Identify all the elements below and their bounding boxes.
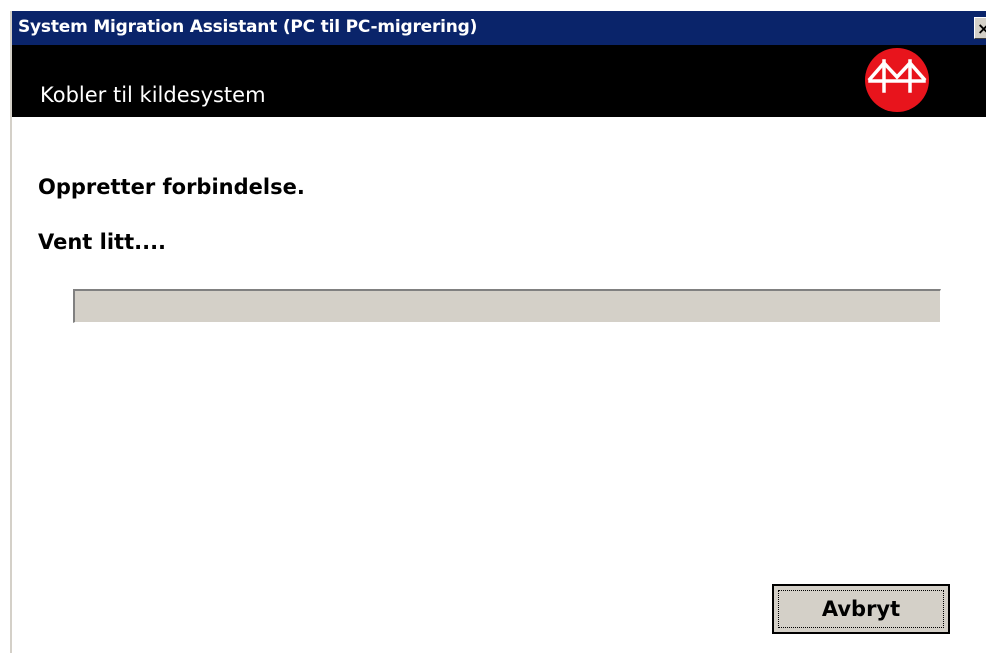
wizard-header: Kobler til kildesystem: [12, 45, 986, 117]
step-title: Kobler til kildesystem: [40, 83, 266, 107]
title-bar[interactable]: System Migration Assistant (PC til PC-mi…: [12, 11, 986, 45]
wait-message: Vent litt....: [38, 230, 167, 254]
close-button[interactable]: ×: [974, 17, 986, 39]
cancel-button[interactable]: Avbryt: [772, 584, 950, 634]
cancel-button-label: Avbryt: [821, 597, 901, 621]
migration-dialog: System Migration Assistant (PC til PC-mi…: [10, 11, 986, 653]
status-message: Oppretter forbindelse.: [38, 175, 305, 199]
bridge-logo-icon: [865, 48, 929, 112]
progress-bar: [73, 289, 941, 323]
close-icon: ×: [977, 19, 986, 38]
window-title: System Migration Assistant (PC til PC-mi…: [18, 17, 478, 37]
